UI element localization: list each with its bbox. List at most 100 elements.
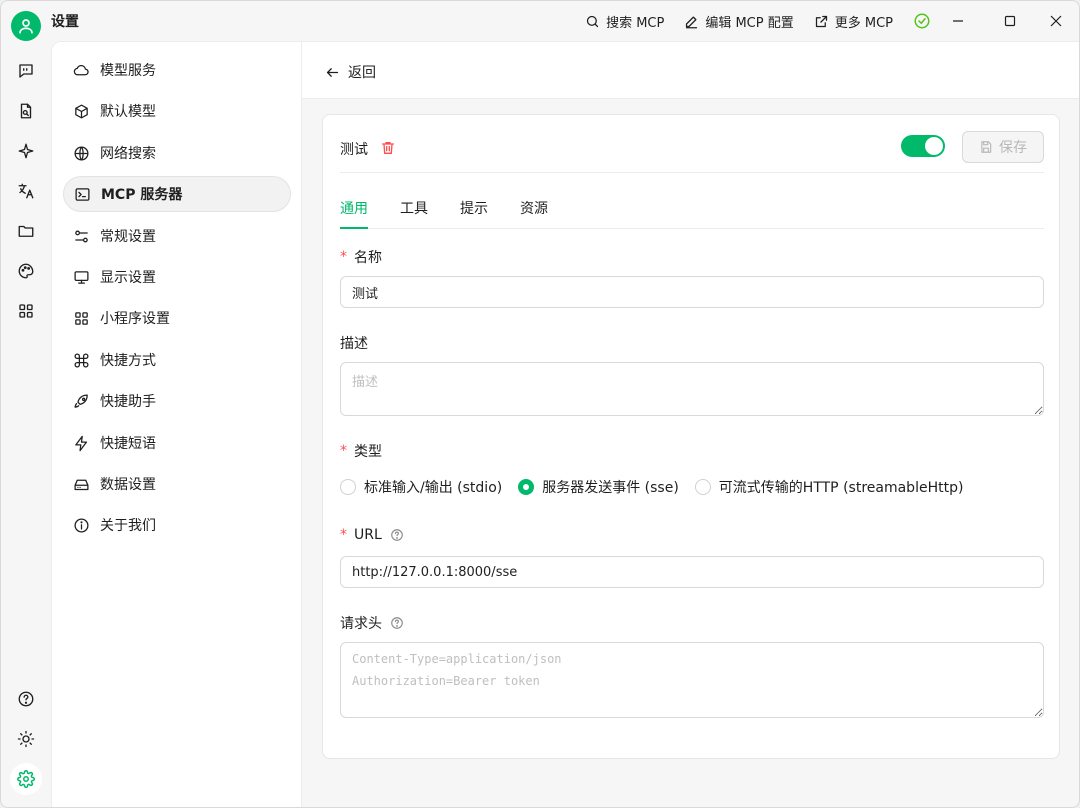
- nav-item-general-settings[interactable]: 常规设置: [63, 218, 291, 254]
- tab-general[interactable]: 通用: [340, 198, 368, 229]
- file-search-icon: [20, 103, 32, 119]
- rail-settings-button[interactable]: [10, 763, 42, 795]
- hard-drive-icon: [74, 479, 89, 490]
- command-icon: [74, 353, 89, 367]
- delete-icon[interactable]: [380, 140, 396, 156]
- nav-item-miniapp-settings[interactable]: 小程序设置: [63, 300, 291, 336]
- nav-item-web-search[interactable]: 网络搜索: [63, 135, 291, 171]
- translate-icon: [18, 183, 34, 199]
- back-button[interactable]: 返回: [325, 62, 376, 82]
- user-icon: [19, 19, 33, 34]
- app-window: 设置 搜索 MCP 编辑 MCP 配置 更多 MCP 模型服务 默认模型 网络搜…: [0, 0, 1080, 808]
- tab-tools[interactable]: 工具: [400, 198, 428, 229]
- save-label: 保存: [999, 140, 1027, 156]
- rail-apps-button[interactable]: [12, 297, 40, 325]
- rail-agents-button[interactable]: [12, 97, 40, 125]
- maximize-button[interactable]: [987, 1, 1033, 41]
- type-radio-streamable-http[interactable]: 可流式传输的HTTP (streamableHttp): [694, 477, 963, 497]
- close-icon: [1050, 15, 1062, 27]
- cloud-icon: [73, 64, 89, 75]
- type-radio-stdio[interactable]: 标准输入/输出 (stdio): [340, 477, 502, 497]
- nav-item-quick-assistant[interactable]: 快捷助手: [63, 383, 291, 419]
- sparkle-icon: [18, 143, 34, 159]
- nav-item-quick-phrases[interactable]: 快捷短语: [63, 425, 291, 461]
- radio-label: 服务器发送事件 (sse): [542, 480, 679, 496]
- radio-label: 标准输入/输出 (stdio): [364, 480, 503, 496]
- save-button[interactable]: 保存: [962, 131, 1044, 163]
- required-mark: *: [340, 527, 347, 543]
- zap-icon: [75, 435, 88, 451]
- name-input[interactable]: [340, 276, 1044, 308]
- sun-icon: [17, 730, 35, 748]
- terminal-icon: [75, 187, 90, 201]
- server-name: 测试: [340, 142, 368, 158]
- more-mcp-button[interactable]: 更多 MCP: [814, 12, 893, 31]
- url-label-text: URL: [354, 527, 382, 543]
- search-mcp-label: 搜索 MCP: [606, 15, 665, 31]
- description-label-text: 描述: [340, 336, 368, 352]
- edit-mcp-config-button[interactable]: 编辑 MCP 配置: [684, 12, 794, 31]
- maximize-icon: [1004, 15, 1016, 27]
- radio-dot: [518, 479, 535, 495]
- external-link-icon: [815, 15, 827, 27]
- nav-item-about[interactable]: 关于我们: [63, 507, 291, 543]
- type-label-text: 类型: [354, 444, 382, 460]
- type-radio-sse[interactable]: 服务器发送事件 (sse): [518, 477, 679, 497]
- radio-dot: [694, 479, 711, 495]
- help-icon[interactable]: [390, 528, 404, 542]
- server-enabled-toggle[interactable]: [901, 135, 945, 157]
- rail-paint-button[interactable]: [12, 257, 40, 285]
- nav-item-data-settings[interactable]: 数据设置: [63, 466, 291, 502]
- headers-label-text: 请求头: [340, 616, 382, 632]
- minimize-icon: [953, 20, 963, 22]
- headers-label: 请求头: [340, 613, 404, 633]
- nav-item-label: 网络搜索: [100, 146, 156, 162]
- rail-help-button[interactable]: [12, 685, 40, 713]
- nav-item-model-service[interactable]: 模型服务: [63, 52, 291, 88]
- card-header: 测试 保存: [340, 131, 1044, 173]
- globe-icon: [74, 145, 89, 161]
- nav-item-default-model[interactable]: 默认模型: [63, 93, 291, 129]
- description-label: 描述: [340, 333, 368, 353]
- more-mcp-label: 更多 MCP: [834, 15, 893, 31]
- rail-files-button[interactable]: [12, 217, 40, 245]
- monitor-icon: [74, 270, 89, 284]
- nav-item-label: 小程序设置: [100, 311, 170, 327]
- tab-resources[interactable]: 资源: [520, 198, 548, 229]
- rail-theme-button[interactable]: [12, 725, 40, 753]
- mcp-server-card: 测试 保存 通用 工具 提示 资源 * 名称 测试 描述 描述 * 类型 标准输…: [322, 114, 1060, 759]
- headers-input[interactable]: [340, 642, 1044, 718]
- close-button[interactable]: [1033, 1, 1079, 41]
- nav-item-display-settings[interactable]: 显示设置: [63, 259, 291, 295]
- nav-item-label: MCP 服务器: [101, 187, 183, 203]
- url-input[interactable]: [340, 556, 1044, 588]
- back-label: 返回: [348, 65, 376, 81]
- tabs: 通用 工具 提示 资源: [340, 191, 1044, 229]
- title-actions: 搜索 MCP 编辑 MCP 配置 更多 MCP: [585, 9, 931, 33]
- type-radio-group: 标准输入/输出 (stdio) 服务器发送事件 (sse) 可流式传输的HTTP…: [340, 477, 963, 497]
- minimize-button[interactable]: [935, 1, 981, 41]
- nav-item-label: 显示设置: [100, 270, 156, 286]
- nav-item-mcp-servers[interactable]: MCP 服务器: [63, 176, 291, 212]
- avatar[interactable]: [11, 11, 41, 41]
- nav-item-shortcuts[interactable]: 快捷方式: [63, 342, 291, 378]
- rail-translate-button[interactable]: [12, 177, 40, 205]
- help-icon[interactable]: [390, 616, 404, 630]
- help-circle-icon: [18, 691, 34, 707]
- rocket-icon: [74, 393, 88, 408]
- tab-prompts[interactable]: 提示: [460, 198, 488, 229]
- info-icon: [74, 517, 89, 533]
- search-mcp-button[interactable]: 搜索 MCP: [585, 12, 664, 31]
- name-label: * 名称: [340, 247, 382, 267]
- nav-item-label: 快捷助手: [100, 394, 156, 410]
- icon-rail: [1, 41, 51, 807]
- rail-chat-button[interactable]: [12, 57, 40, 85]
- check-circle-icon: [914, 13, 930, 29]
- app-title: 设置: [51, 14, 79, 30]
- nav-item-label: 关于我们: [100, 518, 156, 534]
- edit-icon: [686, 16, 698, 28]
- url-label: * URL: [340, 527, 404, 543]
- rail-sparkle-button[interactable]: [12, 137, 40, 165]
- radio-dot: [340, 479, 356, 495]
- description-input[interactable]: [340, 362, 1044, 416]
